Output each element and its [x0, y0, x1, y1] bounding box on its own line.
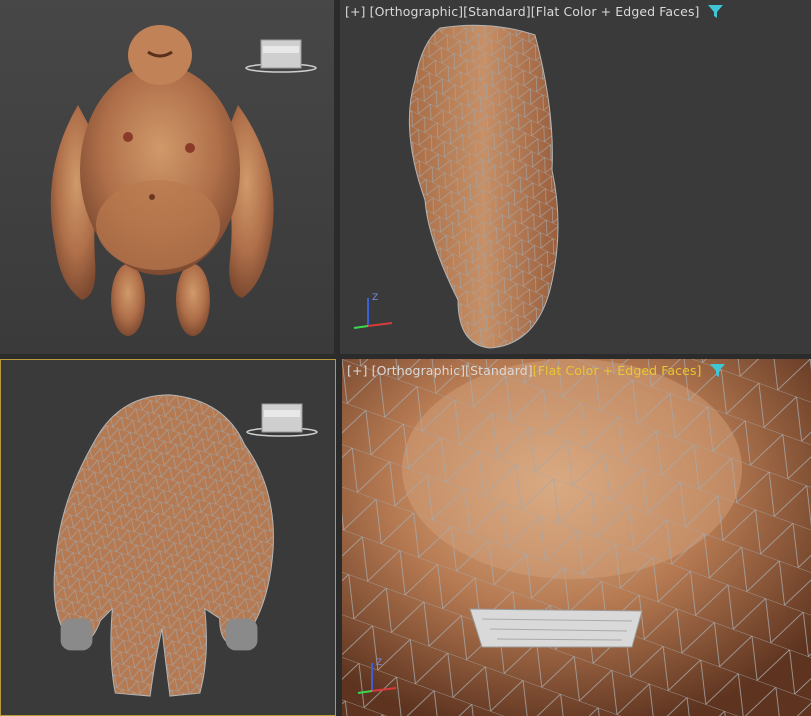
- viewport-top-right[interactable]: [+] [Orthographic] [Standard] [Flat Color …: [340, 0, 811, 354]
- viewport-top-left[interactable]: [0, 0, 334, 354]
- funnel-icon[interactable]: [709, 363, 725, 378]
- funnel-icon[interactable]: [707, 4, 723, 19]
- svg-text:Z: Z: [372, 293, 378, 303]
- viewport-label[interactable]: [+] [Orthographic] [Standard] [Flat Color …: [345, 4, 723, 19]
- axis-tripod-icon: Z: [353, 293, 393, 329]
- plus-menu[interactable]: [+]: [345, 4, 366, 19]
- axis-tripod-icon: Z: [357, 658, 397, 694]
- shading-menu[interactable]: [Standard]: [463, 4, 531, 19]
- viewcube-icon[interactable]: [245, 400, 319, 440]
- view-menu[interactable]: [Orthographic]: [370, 4, 464, 19]
- svg-text:Z: Z: [376, 658, 382, 668]
- viewcube-icon[interactable]: [244, 36, 318, 76]
- plus-menu[interactable]: [+]: [347, 363, 368, 378]
- creature-wireframe-side: [408, 24, 559, 349]
- viewport-bottom-right[interactable]: [+] [Orthographic] [Standard] [Flat Color …: [342, 359, 811, 716]
- shading-menu[interactable]: [Standard]: [465, 363, 533, 378]
- display-mode-menu[interactable]: [Flat Color + Edged Faces]: [531, 4, 700, 19]
- creature-closeup-wireframe: [342, 359, 811, 716]
- viewport-bottom-left[interactable]: [0, 359, 336, 716]
- display-mode-menu[interactable]: [Flat Color + Edged Faces]: [533, 363, 702, 378]
- viewport-label[interactable]: [+] [Orthographic] [Standard] [Flat Color …: [347, 363, 725, 378]
- view-menu[interactable]: [Orthographic]: [372, 363, 466, 378]
